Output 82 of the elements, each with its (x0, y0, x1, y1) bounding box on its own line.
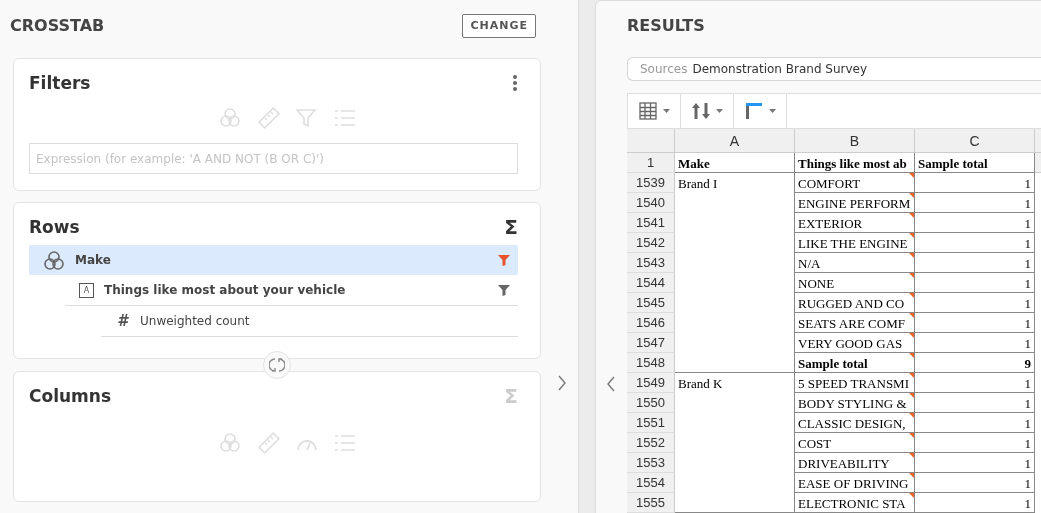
row-number: 1547 (627, 333, 675, 353)
sigma-icon[interactable]: Σ (504, 217, 518, 237)
row-number: 1551 (627, 413, 675, 433)
row-number: 1 (627, 153, 675, 173)
table-cell: 1 (915, 173, 1035, 193)
row-number: 1540 (627, 193, 675, 213)
table-cell: 1 (915, 393, 1035, 413)
caret-icon[interactable] (715, 109, 723, 113)
table-cell: COMFORT (798, 176, 861, 191)
table-cell: 1 (915, 273, 1035, 293)
table-cell: 1 (915, 253, 1035, 273)
table-cell: 1 (915, 413, 1035, 433)
panel-title: CROSSTAB (10, 16, 105, 35)
row-number: 1552 (627, 433, 675, 453)
card-title: Filters (29, 73, 91, 93)
table-cell: 1 (915, 313, 1035, 333)
row-number: 1545 (627, 293, 675, 313)
column-header[interactable]: C (915, 129, 1035, 153)
row-number: 1548 (627, 353, 675, 373)
column-header[interactable]: B (795, 129, 915, 153)
row-number: 1555 (627, 493, 675, 513)
chevron-right-icon[interactable] (557, 374, 567, 392)
panel-title: RESULTS (627, 15, 706, 37)
table-cell: 1 (915, 373, 1035, 393)
table-cell: N/A (798, 256, 821, 271)
caret-icon[interactable] (662, 109, 670, 113)
change-button[interactable]: CHANGE (462, 13, 536, 38)
sources-field[interactable]: Sources Demonstration Brand Survey (627, 57, 1041, 81)
table-cell: Things like most ab (795, 153, 915, 173)
table-cell: SEATS ARE COMF (798, 316, 905, 331)
sort-icon[interactable] (691, 102, 710, 120)
table-cell: 1 (915, 453, 1035, 473)
text-type-icon: A (79, 282, 94, 298)
table-icon[interactable] (638, 102, 657, 120)
row-number: 1544 (627, 273, 675, 293)
table-cell: ELECTRONIC STA (798, 496, 906, 511)
column-header[interactable]: A (675, 129, 795, 153)
table-cell: Make (675, 153, 795, 173)
filter-icon[interactable] (498, 284, 510, 296)
table-cell: 9 (915, 353, 1035, 373)
expression-field[interactable]: Expression (for example: 'A AND NOT (B OR C)') (29, 143, 518, 174)
table-cell: 1 (915, 193, 1035, 213)
row-number: 1553 (627, 453, 675, 473)
table-cell: 1 (915, 213, 1035, 233)
table-cell: LIKE THE ENGINE (798, 236, 908, 251)
row-variable[interactable]: A Things like most about your vehicle (65, 275, 518, 306)
table-cell: EXTERIOR (798, 216, 863, 231)
table-cell: COST (798, 436, 832, 451)
row-number: 1546 (627, 313, 675, 333)
table-cell: 1 (915, 473, 1035, 493)
caret-icon[interactable] (768, 109, 776, 113)
venn-icon (43, 250, 65, 270)
row-number: 1550 (627, 393, 675, 413)
row-number: 1549 (627, 373, 675, 393)
card-title: Columns (29, 386, 112, 406)
table-cell: EASE OF DRIVING (798, 476, 909, 491)
row-variable[interactable]: # Unweighted count (101, 306, 518, 337)
row-number: 1542 (627, 233, 675, 253)
chevron-left-icon[interactable] (606, 375, 616, 393)
table-cell: 1 (915, 433, 1035, 453)
more-icon[interactable] (512, 74, 518, 92)
filter-icon[interactable] (498, 254, 510, 266)
table-cell: 1 (915, 233, 1035, 253)
table-cell: 5 SPEED TRANSMI (798, 376, 909, 391)
table-cell: ENGINE PERFORM (798, 196, 911, 211)
table-cell: 1 (915, 293, 1035, 313)
table-cell: DRIVEABILITY (798, 456, 890, 471)
row-variable[interactable]: Make (29, 245, 518, 275)
row-number: 1554 (627, 473, 675, 493)
table-cell: CLASSIC DESIGN, (798, 416, 906, 431)
card-title: Rows (29, 217, 80, 237)
row-number: 1541 (627, 213, 675, 233)
table-cell: VERY GOOD GAS (798, 336, 903, 351)
table-cell: NONE (798, 276, 835, 291)
table-cell: BODY STYLING & (798, 396, 907, 411)
number-type-icon: # (115, 312, 130, 330)
table-cell: 1 (915, 333, 1035, 353)
table-cell: 1 (915, 493, 1035, 513)
table-cell: RUGGED AND CO (798, 296, 905, 311)
row-number: 1539 (627, 173, 675, 193)
row-number: 1543 (627, 253, 675, 273)
table-cell: Sample total (798, 356, 868, 371)
